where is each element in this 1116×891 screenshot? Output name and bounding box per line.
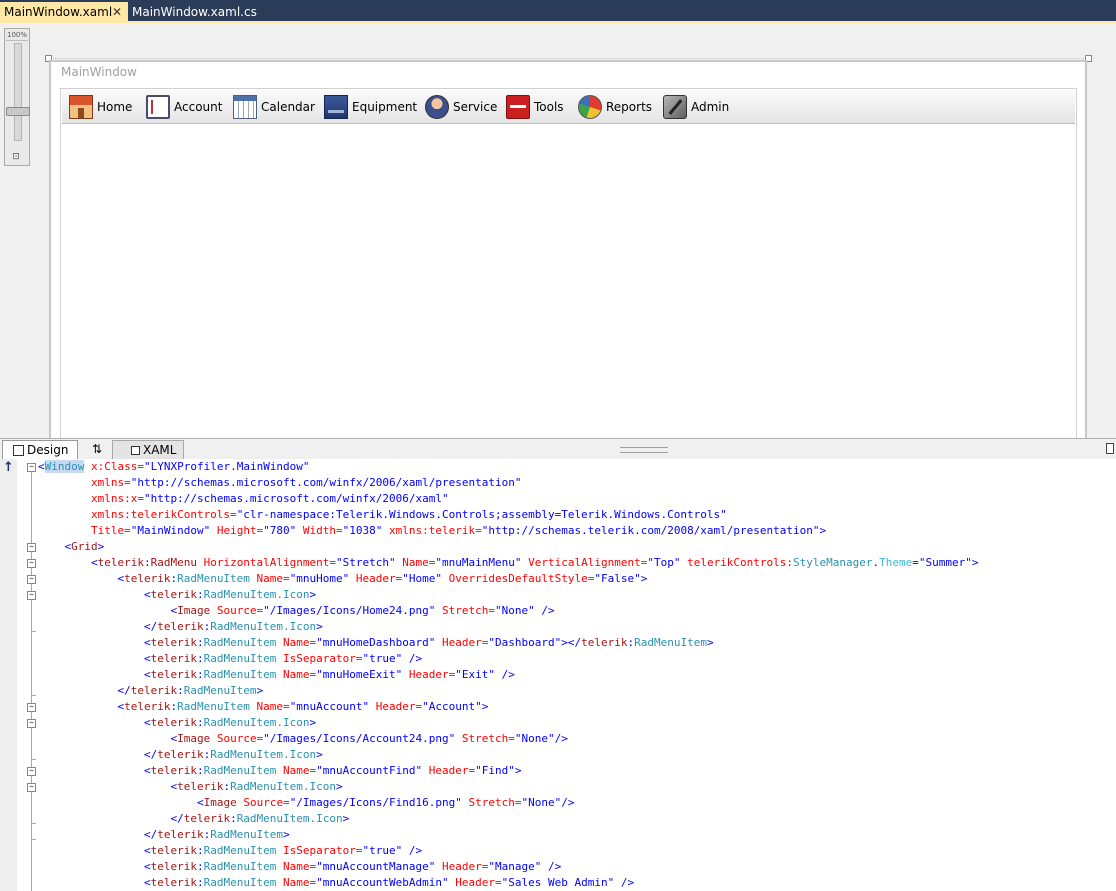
code-line[interactable]: </telerik:RadMenuItem.Icon> — [38, 747, 323, 763]
code-line[interactable]: <telerik:RadMenuItem Name="mnuAccount" H… — [38, 699, 488, 715]
code-line[interactable]: <telerik:RadMenu HorizontalAlignment="St… — [38, 555, 979, 571]
main-window-preview[interactable]: MainWindow Home Account Calendar Equipme… — [49, 60, 1087, 438]
menu-item-calendar[interactable]: Calendar — [233, 94, 315, 120]
navigate-up-icon[interactable]: ↑ — [3, 460, 14, 475]
menu-item-account[interactable]: Account — [146, 94, 222, 120]
code-line[interactable]: <Window x:Class="LYNXProfiler.MainWindow… — [38, 459, 310, 475]
outline-end-tick — [31, 759, 36, 760]
menu-item-label: Home — [97, 100, 133, 114]
collapse-icon[interactable]: − — [27, 463, 36, 472]
tab-design-label: Design — [27, 443, 69, 457]
zoom-level: 100% — [6, 31, 28, 41]
code-line[interactable]: </telerik:RadMenuItem> — [38, 827, 290, 843]
menu-item-label: Service — [453, 100, 498, 114]
menu-item-equipment[interactable]: Equipment — [324, 94, 417, 120]
reports-icon — [578, 95, 602, 119]
tab-design[interactable]: Design — [2, 440, 78, 459]
tab-label: MainWindow.xaml — [4, 5, 113, 19]
tab-xaml[interactable]: XAML — [112, 440, 184, 459]
code-line[interactable]: <Grid> — [38, 539, 104, 555]
code-line[interactable]: xmlns:x="http://schemas.microsoft.com/wi… — [38, 491, 449, 507]
code-line[interactable]: <telerik:RadMenuItem.Icon> — [38, 779, 342, 795]
tab-mainwindow-xaml[interactable]: MainWindow.xaml ✕ — [0, 2, 128, 22]
code-line[interactable]: <telerik:RadMenuItem.Icon> — [38, 587, 316, 603]
code-line[interactable]: <Image Source="/Images/Icons/Account24.p… — [38, 731, 567, 747]
account-icon — [146, 95, 170, 119]
code-line[interactable]: <telerik:RadMenuItem Name="mnuHomeExit" … — [38, 667, 515, 683]
outline-end-tick — [31, 839, 36, 840]
tab-mainwindow-xaml-cs[interactable]: MainWindow.xaml.cs — [128, 2, 258, 22]
collapse-icon[interactable]: − — [27, 703, 36, 712]
code-line[interactable]: <telerik:RadMenuItem.Icon> — [38, 715, 316, 731]
collapse-icon[interactable]: − — [27, 575, 36, 584]
menu-item-admin[interactable]: Admin — [663, 94, 729, 120]
menu-item-label: Tools — [534, 100, 564, 114]
collapse-icon[interactable]: − — [27, 591, 36, 600]
collapse-icon[interactable]: − — [27, 543, 36, 552]
tab-label: MainWindow.xaml.cs — [132, 5, 257, 19]
menu-item-service[interactable]: Service — [425, 94, 497, 120]
code-line[interactable]: <Image Source="/Images/Icons/Home24.png"… — [38, 603, 554, 619]
xaml-view-icon — [131, 446, 140, 455]
calendar-icon — [233, 95, 257, 119]
design-surface[interactable]: 100% ⊡ MainWindow Home Account Calendar — [0, 23, 1116, 438]
code-line[interactable]: xmlns="http://schemas.microsoft.com/winf… — [38, 475, 521, 491]
document-tab-strip: MainWindow.xaml ✕ MainWindow.xaml.cs — [0, 0, 1116, 23]
code-line[interactable]: </telerik:RadMenuItem> — [38, 683, 263, 699]
zoom-control: 100% ⊡ — [4, 28, 30, 166]
menu-item-label: Admin — [691, 100, 730, 114]
window-title: MainWindow — [61, 65, 137, 79]
outline-guide — [31, 467, 32, 891]
split-view-bar: Design ⇅ XAML — [0, 438, 1116, 459]
equipment-icon — [324, 95, 348, 119]
service-icon — [425, 95, 449, 119]
rad-menu: Home Account Calendar Equipment Service — [62, 90, 1075, 124]
zoom-slider-track[interactable] — [14, 43, 22, 141]
tab-xaml-label: XAML — [143, 443, 177, 457]
zoom-fit-icon[interactable]: ⊡ — [9, 152, 23, 162]
collapse-icon[interactable]: − — [27, 559, 36, 568]
code-line[interactable]: </telerik:RadMenuItem.Icon> — [38, 811, 349, 827]
zoom-slider-thumb[interactable] — [6, 107, 30, 116]
code-line[interactable]: <telerik:RadMenuItem Name="mnuAccountWeb… — [38, 875, 634, 891]
tools-icon — [506, 95, 530, 119]
window-content[interactable]: Home Account Calendar Equipment Service — [60, 88, 1077, 438]
menu-item-label: Reports — [606, 100, 653, 114]
home-icon — [69, 95, 93, 119]
design-view-icon — [13, 445, 24, 456]
menu-item-label: Equipment — [352, 100, 418, 114]
editor-gutter: ↑ — [0, 459, 17, 891]
code-line[interactable]: xmlns:telerikControls="clr-namespace:Tel… — [38, 507, 727, 523]
outline-end-tick — [31, 631, 36, 632]
menu-item-tools[interactable]: Tools — [506, 94, 564, 120]
close-tab-icon[interactable]: ✕ — [112, 2, 122, 22]
code-line[interactable]: <telerik:RadMenuItem Name="mnuHomeDashbo… — [38, 635, 714, 651]
menu-item-label: Account — [174, 100, 223, 114]
code-line[interactable]: <Image Source="/Images/Icons/Find16.png"… — [38, 795, 575, 811]
splitter-grip[interactable] — [620, 447, 668, 453]
selection-adorner-line — [48, 58, 1088, 59]
admin-icon — [663, 95, 687, 119]
code-line[interactable]: <telerik:RadMenuItem Name="mnuAccountFin… — [38, 763, 522, 779]
outline-end-tick — [31, 823, 36, 824]
collapse-icon[interactable]: − — [27, 767, 36, 776]
menu-item-reports[interactable]: Reports — [578, 94, 652, 120]
code-line[interactable]: <telerik:RadMenuItem IsSeparator="true" … — [38, 651, 422, 667]
code-line[interactable]: </telerik:RadMenuItem.Icon> — [38, 619, 323, 635]
collapse-icon[interactable]: − — [27, 719, 36, 728]
xaml-editor[interactable]: ↑ − − − − − − − − − <Window x:Class="LYN… — [0, 459, 1116, 891]
collapse-pane-icon[interactable] — [1106, 443, 1114, 454]
code-line[interactable]: <telerik:RadMenuItem Name="mnuAccountMan… — [38, 859, 561, 875]
collapse-icon[interactable]: − — [27, 783, 36, 792]
menu-item-home[interactable]: Home — [69, 94, 132, 120]
menu-item-label: Calendar — [261, 100, 315, 114]
swap-panes-button[interactable]: ⇅ — [84, 440, 110, 459]
code-line[interactable]: <telerik:RadMenuItem Name="mnuHome" Head… — [38, 571, 647, 587]
code-line[interactable]: <telerik:RadMenuItem IsSeparator="true" … — [38, 843, 422, 859]
code-line[interactable]: Title="MainWindow" Height="780" Width="1… — [38, 523, 826, 539]
outline-end-tick — [31, 695, 36, 696]
